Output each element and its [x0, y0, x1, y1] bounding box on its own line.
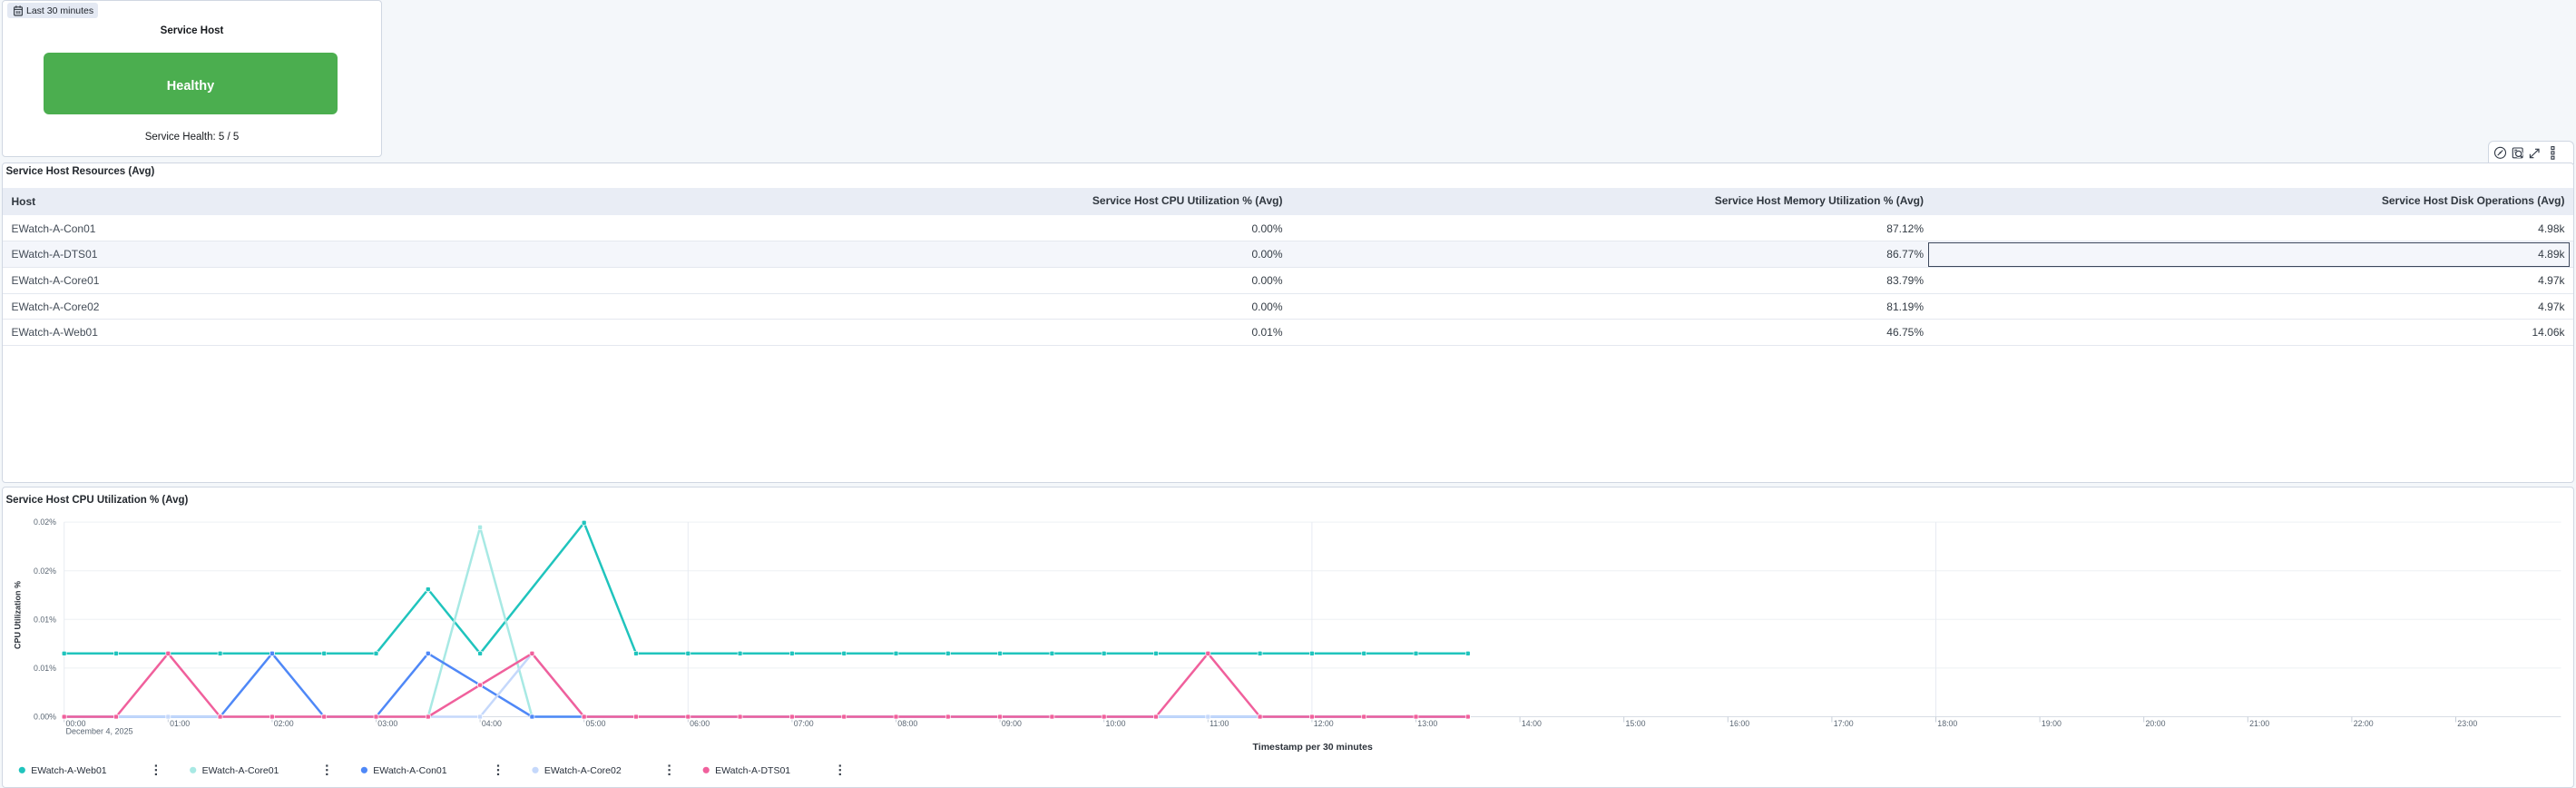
svg-text:02:00: 02:00 [274, 719, 294, 728]
svg-text:05:00: 05:00 [586, 719, 606, 728]
svg-text:12:00: 12:00 [1314, 719, 1334, 728]
svg-text:20:00: 20:00 [2146, 719, 2166, 728]
svg-text:06:00: 06:00 [690, 719, 710, 728]
svg-text:22:00: 22:00 [2354, 719, 2374, 728]
svg-text:16:00: 16:00 [1729, 719, 1749, 728]
svg-text:EWatch-A-DTS01: EWatch-A-DTS01 [715, 765, 790, 776]
svg-text:EWatch-A-Core01: EWatch-A-Core01 [202, 765, 279, 776]
svg-text:13:00: 13:00 [1417, 719, 1437, 728]
svg-text:CPU Utilization %: CPU Utilization % [14, 581, 23, 649]
svg-text:10:00: 10:00 [1106, 719, 1126, 728]
svg-text:07:00: 07:00 [794, 719, 814, 728]
svg-text:03:00: 03:00 [377, 719, 397, 728]
svg-text:09:00: 09:00 [1002, 719, 1022, 728]
svg-text:Timestamp per 30 minutes: Timestamp per 30 minutes [1253, 742, 1373, 753]
svg-text:21:00: 21:00 [2249, 719, 2269, 728]
svg-text:0.02%: 0.02% [34, 517, 56, 527]
svg-text:23:00: 23:00 [2457, 719, 2477, 728]
svg-text:08:00: 08:00 [897, 719, 917, 728]
svg-text:11:00: 11:00 [1210, 719, 1229, 728]
svg-text:0.00%: 0.00% [34, 713, 56, 722]
svg-text:0.02%: 0.02% [34, 566, 56, 576]
svg-text:0.01%: 0.01% [34, 664, 56, 673]
svg-text:15:00: 15:00 [1626, 719, 1646, 728]
svg-text:EWatch-A-Web01: EWatch-A-Web01 [31, 765, 107, 776]
svg-text:EWatch-A-Core02: EWatch-A-Core02 [544, 765, 622, 776]
svg-text:14:00: 14:00 [1522, 719, 1542, 728]
svg-text:18:00: 18:00 [1937, 719, 1957, 728]
svg-text:December 4, 2025: December 4, 2025 [66, 727, 133, 736]
svg-text:EWatch-A-Con01: EWatch-A-Con01 [373, 765, 446, 776]
svg-text:0.01%: 0.01% [34, 615, 56, 624]
svg-text:01:00: 01:00 [170, 719, 190, 728]
svg-text:17:00: 17:00 [1834, 719, 1854, 728]
svg-text:04:00: 04:00 [482, 719, 502, 728]
svg-text:19:00: 19:00 [2042, 719, 2062, 728]
